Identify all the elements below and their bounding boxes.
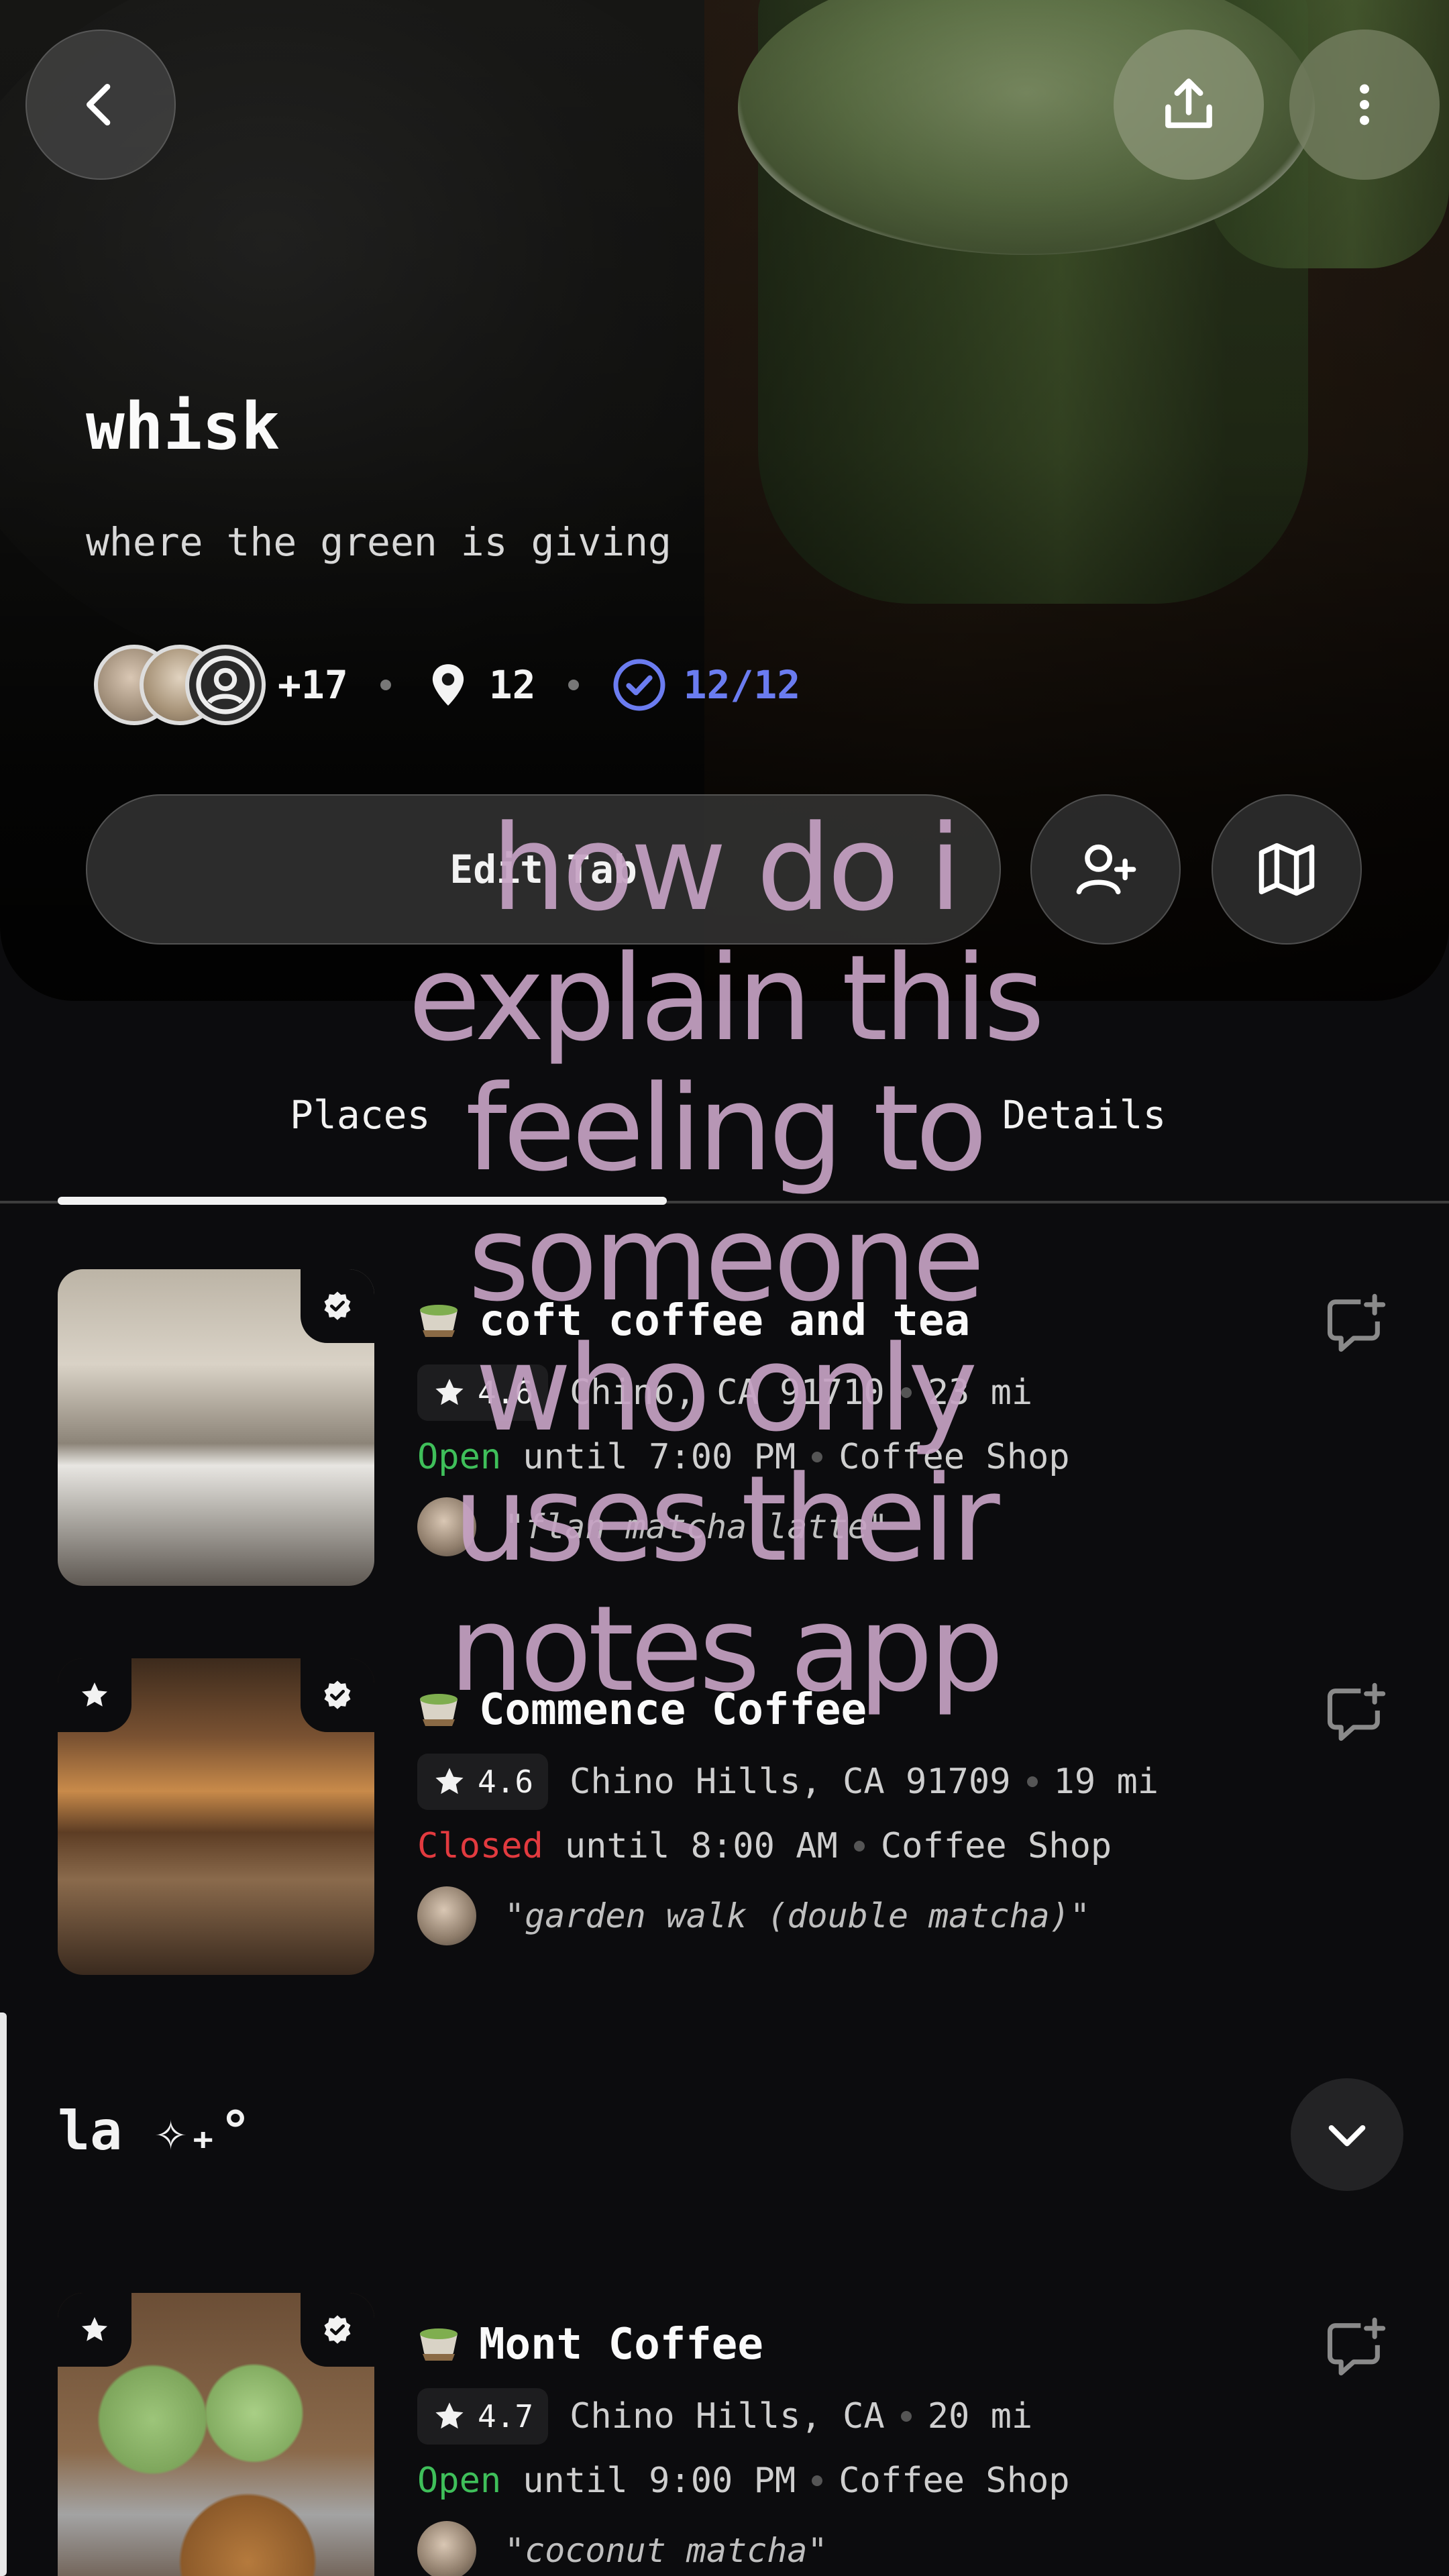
- note-text: "coconut matcha": [504, 2531, 828, 2570]
- favorite-star-icon: [82, 2317, 107, 2341]
- place-hours: Open until 9:00 PM Coffee Shop: [417, 2461, 1070, 2501]
- tab-title: whisk: [86, 389, 280, 464]
- note-author-avatar: [417, 1886, 476, 1945]
- place-meta: 4.6 Chino Hills, CA 91709 19 mi: [417, 1754, 1159, 1810]
- share-button[interactable]: [1114, 30, 1264, 180]
- rating-value: 4.7: [478, 2398, 534, 2434]
- back-button[interactable]: [25, 30, 176, 180]
- overlay-caption: how do i explain this feeling to someone…: [408, 800, 1044, 1718]
- place-meta: 4.7 Chino Hills, CA 20 mi: [417, 2388, 1032, 2445]
- tab-subtitle: where the green is giving: [86, 519, 672, 565]
- stats-row: +17 12 12/12: [94, 641, 800, 729]
- user-circle-icon: [196, 655, 255, 714]
- separator-dot: [900, 2411, 912, 2422]
- check-circle-icon: [613, 659, 665, 711]
- add-comment-button[interactable]: [1315, 1673, 1395, 1754]
- map-view-button[interactable]: [1212, 794, 1362, 945]
- separator-dot: [380, 680, 391, 690]
- share-icon: [1165, 78, 1212, 128]
- place-card[interactable]: Mont Coffee 4.7 Chino Hills, CA 20 mi Op…: [0, 2293, 1449, 2576]
- add-comment-icon: [1327, 1293, 1386, 1352]
- star-icon: [435, 1768, 464, 1794]
- followers-extra-count[interactable]: +17: [278, 662, 348, 708]
- collaborator-avatar[interactable]: [185, 645, 266, 725]
- note-text: "garden walk (double matcha)": [504, 1896, 1090, 1935]
- place-note: "coconut matcha": [417, 2521, 828, 2576]
- closed-status: Closed: [417, 1826, 543, 1866]
- separator-dot: [812, 2475, 823, 2486]
- matcha-cup-icon: [420, 2328, 458, 2361]
- place-name-text: Mont Coffee: [479, 2320, 763, 2369]
- location-pin-icon: [432, 664, 464, 706]
- note-author-avatar: [417, 2521, 476, 2576]
- add-comment-icon: [1327, 1682, 1386, 1741]
- collapse-section-button[interactable]: [1291, 2078, 1403, 2191]
- add-comment-button[interactable]: [1315, 1284, 1395, 1364]
- place-photo[interactable]: [58, 1658, 374, 1975]
- back-arrow-icon: [87, 84, 111, 126]
- place-note: "garden walk (double matcha)": [417, 1886, 1090, 1945]
- place-distance: 19 mi: [1053, 1762, 1159, 1802]
- place-location: Chino Hills, CA: [570, 2396, 885, 2436]
- favorite-badge: [58, 2293, 131, 2367]
- favorite-badge: [58, 1658, 131, 1732]
- map-icon: [1258, 843, 1315, 896]
- separator-dot: [853, 1841, 865, 1851]
- open-status: Open: [417, 2461, 502, 2501]
- star-icon: [435, 2402, 464, 2429]
- visited-count: 12/12: [683, 662, 801, 708]
- section-title: la ✧₊°: [58, 2100, 252, 2162]
- place-photo[interactable]: [58, 2293, 374, 2576]
- more-vertical-icon: [1360, 84, 1369, 125]
- add-comment-button[interactable]: [1315, 2308, 1395, 2388]
- visited-check-icon: [324, 2315, 351, 2344]
- place-distance: 20 mi: [927, 2396, 1033, 2436]
- rating-pill: 4.6: [417, 1754, 549, 1810]
- places-count: 12: [488, 662, 536, 708]
- favorite-star-icon: [82, 1682, 107, 1707]
- place-name[interactable]: Mont Coffee: [417, 2320, 763, 2369]
- place-category: Coffee Shop: [839, 2461, 1070, 2501]
- hours-text: until 8:00 AM: [564, 1826, 838, 1866]
- rating-value: 4.6: [478, 1764, 534, 1800]
- hours-text: until 9:00 PM: [523, 2461, 796, 2501]
- visited-badge: [301, 2293, 374, 2367]
- more-options-button[interactable]: [1289, 30, 1440, 180]
- add-comment-icon: [1327, 2317, 1386, 2376]
- rating-pill: 4.7: [417, 2388, 549, 2445]
- place-location: Chino Hills, CA 91709: [570, 1762, 1011, 1802]
- place-photo[interactable]: [58, 1269, 374, 1586]
- place-category: Coffee Shop: [880, 1826, 1112, 1866]
- place-hours: Closed until 8:00 AM Coffee Shop: [417, 1826, 1112, 1866]
- chevron-down-icon: [1328, 2125, 1366, 2147]
- separator-dot: [1026, 1776, 1038, 1787]
- separator-dot: [568, 680, 579, 690]
